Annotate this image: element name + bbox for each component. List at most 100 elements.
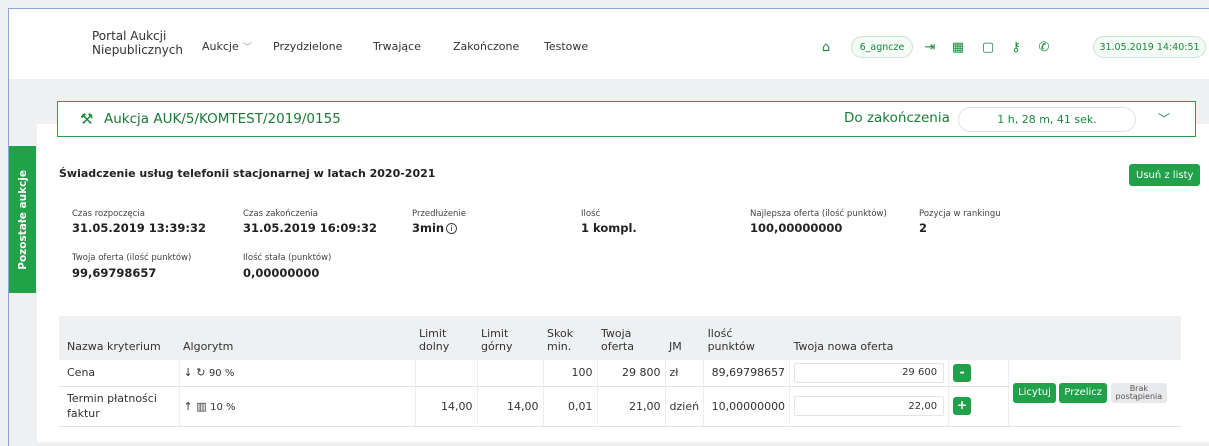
remove-from-list-button[interactable]: Usuń z listy: [1129, 164, 1201, 186]
other-auctions-tab[interactable]: Pozostałe aukcje: [9, 146, 36, 293]
recalculate-button[interactable]: Przelicz: [1059, 382, 1108, 403]
refresh-icon: ↻: [196, 366, 206, 380]
step-button-cell: -: [948, 360, 1010, 387]
col-points-1: Ilość: [707, 327, 733, 340]
info-icon[interactable]: i: [446, 223, 458, 234]
quantity-label: Ilość: [581, 209, 601, 219]
rank-label: Pozycja w rankingu: [919, 209, 1001, 219]
brand-line-1: Portal Aukcji: [92, 29, 167, 43]
col-name: Nazwa kryterium: [59, 316, 179, 360]
col-step-1: Skok: [547, 327, 574, 340]
fixed-points-label: Ilość stała (punktów): [243, 253, 332, 263]
step-button-cell: +: [948, 386, 1010, 427]
col-offer: Twoja oferta: [597, 316, 665, 360]
key-icon[interactable]: ⚷: [1007, 38, 1025, 56]
end-time-value: 31.05.2019 16:09:32: [243, 221, 377, 235]
col-points-2: punktów: [707, 340, 755, 353]
extension-value: 3min i: [412, 221, 458, 235]
algorithm-cell: ↑ ▥ 10 %: [179, 386, 416, 427]
criterion-name: Termin płatności faktur: [59, 386, 180, 427]
criterion-name: Cena: [59, 360, 180, 387]
nav-item-aukcje[interactable]: Aukcje ﹀: [202, 40, 252, 53]
quantity-value: 1 kompl.: [581, 221, 637, 235]
step-cell: 0,01: [543, 386, 598, 427]
nav-item-label: Aukcje: [202, 40, 239, 53]
new-offer-cell: [789, 386, 950, 427]
your-offer-value: 99,69798657: [72, 266, 157, 280]
book-icon[interactable]: ▢: [979, 38, 997, 56]
nav-item-trwajace[interactable]: Trwające: [373, 40, 421, 53]
step-cell: 100: [543, 360, 598, 387]
building-icon[interactable]: ▦: [949, 38, 967, 56]
table-row: Cena ↓ ↻ 90 % 100 29 800 zł 89,69798657: [59, 360, 1181, 427]
arrow-up-icon: ↑: [183, 399, 193, 413]
nav-item-zakonczone[interactable]: Zakończone: [453, 40, 519, 53]
new-offer-input[interactable]: [794, 396, 945, 416]
best-offer-label: Najlepsza oferta (ilość punktów): [750, 209, 887, 219]
auction-title: Aukcja AUK/5/KOMTEST/2019/0155: [104, 111, 341, 127]
col-limit-low-2: dolny: [419, 340, 450, 353]
extension-label: Przedłużenie: [412, 209, 467, 219]
algorithm-cell: ↓ ↻ 90 %: [179, 360, 416, 387]
chevron-down-icon: ﹀: [242, 43, 252, 53]
decrease-button[interactable]: -: [953, 363, 972, 382]
home-icon[interactable]: ⌂: [817, 38, 835, 56]
increase-button[interactable]: +: [953, 397, 972, 415]
criterion-name-line-2: faktur: [67, 407, 100, 420]
no-step-line-2: postąpienia: [1115, 391, 1163, 401]
top-navbar: Portal Aukcji Niepublicznych Aukcje ﹀ Prz…: [9, 9, 1209, 79]
rank-value: 2: [919, 221, 928, 235]
start-time-value: 31.05.2019 13:39:32: [72, 221, 206, 235]
algorithm-weight: 10 %: [210, 401, 236, 413]
criterion-name-line-1: Termin płatności: [67, 392, 157, 405]
points-cell: 89,69798657: [703, 360, 791, 387]
actions-cell: Licytuj Przelicz Brak postąpienia: [1008, 360, 1181, 427]
no-step-button[interactable]: Brak postąpienia: [1110, 382, 1168, 403]
your-offer-label: Twoja oferta (ilość punktów): [72, 253, 192, 263]
logout-icon[interactable]: ⇥: [921, 38, 939, 56]
col-limit-high-2: górny: [481, 340, 513, 353]
user-button[interactable]: 6_agncze: [851, 36, 913, 58]
current-offer-cell: 21,00: [597, 386, 666, 427]
page-frame: Portal Aukcji Niepublicznych Aukcje ﹀ Prz…: [8, 8, 1209, 446]
col-step: Skok min.: [543, 316, 597, 360]
limit-low-cell: [415, 360, 478, 387]
side-tab-label: Pozostałe aukcje: [16, 169, 29, 270]
unit-cell: dzień: [665, 386, 705, 427]
best-offer-value: 100,00000000: [750, 221, 843, 235]
limit-low-cell: 14,00: [415, 386, 478, 427]
col-unit: JM: [665, 316, 704, 360]
datetime-badge: 31.05.2019 14:40:51: [1093, 36, 1206, 58]
table-header-row: Nazwa kryterium Algorytm Limit dolny Limi…: [59, 316, 1181, 360]
bid-button[interactable]: Licytuj: [1013, 382, 1056, 403]
col-step-2: min.: [547, 340, 572, 353]
new-offer-input[interactable]: [794, 362, 945, 383]
auction-header[interactable]: ⚒ Aukcja AUK/5/KOMTEST/2019/0155 Do zako…: [57, 101, 1196, 137]
col-algorithm: Algorytm: [179, 316, 415, 360]
algorithm-weight: 90 %: [208, 368, 235, 380]
start-time-label: Czas rozpoczęcia: [72, 209, 145, 219]
brand-line-2: Niepublicznych: [92, 43, 184, 57]
chevron-down-icon[interactable]: ﹀: [1158, 110, 1170, 127]
extension-text: 3min: [412, 221, 445, 235]
fixed-points-value: 0,00000000: [243, 266, 320, 280]
arrow-down-icon: ↓: [183, 366, 193, 380]
nav-item-przydzielone[interactable]: Przydzielone: [273, 40, 342, 53]
unit-cell: zł: [665, 360, 705, 387]
col-limit-low: Limit dolny: [415, 316, 477, 360]
col-offer-2: oferta: [601, 340, 634, 353]
countdown-timer: 1 h, 28 m, 41 sek.: [958, 107, 1136, 132]
phone-icon[interactable]: ✆: [1035, 38, 1053, 56]
col-offer-1: Twoja: [601, 327, 632, 340]
col-new-offer: Twoja nowa oferta: [789, 316, 949, 360]
nav-item-testowe[interactable]: Testowe: [544, 40, 588, 53]
current-offer-cell: 29 800: [597, 360, 666, 387]
criteria-table: Nazwa kryterium Algorytm Limit dolny Limi…: [59, 316, 1181, 427]
bar-chart-icon: ▥: [196, 399, 207, 413]
portal-logo[interactable]: Portal Aukcji Niepublicznych: [92, 29, 183, 57]
points-cell: 10,00000000: [703, 386, 791, 427]
auction-subject: Świadczenie usług telefonii stacjonarnej…: [59, 167, 436, 180]
auction-card: Świadczenie usług telefonii stacjonarnej…: [37, 124, 1209, 442]
gavel-icon: ⚒: [80, 110, 94, 128]
end-time-label: Czas zakończenia: [243, 209, 318, 219]
